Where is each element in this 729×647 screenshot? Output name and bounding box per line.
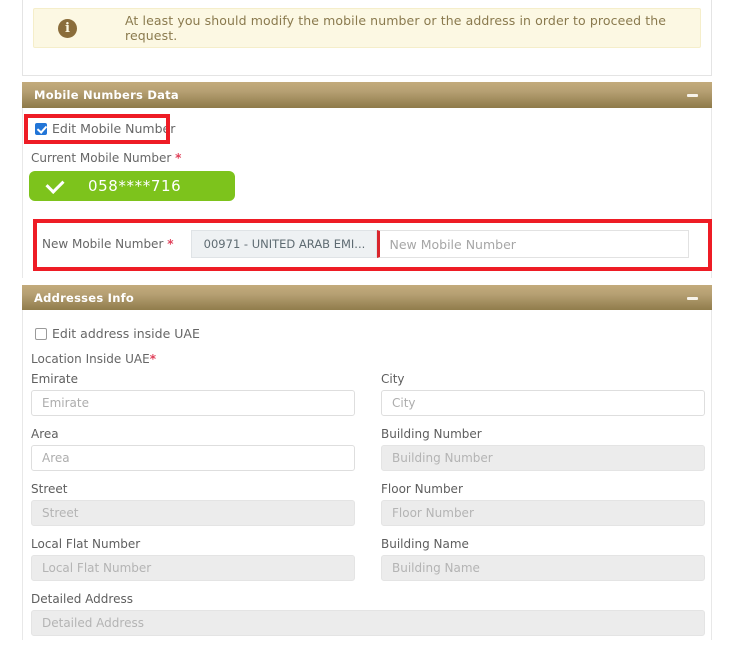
highlight-new-mobile-row bbox=[33, 219, 712, 271]
current-mobile-number-label: Current Mobile Number * bbox=[31, 151, 182, 165]
form-row: Area Area Building Number Building Numbe… bbox=[31, 427, 705, 471]
input-local-flat-number: Local Flat Number bbox=[31, 555, 355, 581]
input-street: Street bbox=[31, 500, 355, 526]
mobile-numbers-panel-title: Mobile Numbers Data bbox=[34, 88, 179, 102]
required-asterisk: * bbox=[149, 352, 156, 366]
field-label-street: Street bbox=[31, 482, 68, 496]
field-street: Street Street bbox=[31, 482, 355, 526]
addresses-info-panel-body: Edit address inside UAE Location Inside … bbox=[22, 310, 712, 640]
field-area: Area Area bbox=[31, 427, 355, 471]
field-detailed-address: Detailed Address Detailed Address bbox=[31, 592, 705, 636]
required-asterisk: * bbox=[175, 151, 182, 165]
edit-address-inside-uae-checkbox[interactable] bbox=[35, 327, 47, 340]
form-row: Street Street Floor Number Floor Number bbox=[31, 482, 705, 526]
field-city: City City bbox=[381, 372, 705, 416]
field-label-detailed-address: Detailed Address bbox=[31, 592, 133, 606]
current-mobile-number-value: 058****716 bbox=[88, 177, 182, 195]
input-floor-number: Floor Number bbox=[381, 500, 705, 526]
field-emirate: Emirate Emirate bbox=[31, 372, 355, 416]
minus-icon[interactable] bbox=[687, 296, 698, 300]
input-building-number: Building Number bbox=[381, 445, 705, 471]
minus-icon[interactable] bbox=[687, 93, 698, 97]
edit-address-inside-uae-label: Edit address inside UAE bbox=[52, 326, 200, 341]
input-detailed-address: Detailed Address bbox=[31, 610, 705, 636]
mobile-numbers-panel-header[interactable]: Mobile Numbers Data bbox=[22, 82, 712, 108]
alert-card: i At least you should modify the mobile … bbox=[22, 0, 712, 76]
field-label-building-name: Building Name bbox=[381, 537, 469, 551]
field-label-city: City bbox=[381, 372, 405, 386]
info-circle-icon: i bbox=[58, 18, 77, 38]
field-local-flat-number: Local Flat Number Local Flat Number bbox=[31, 537, 355, 581]
field-label-local-flat-number: Local Flat Number bbox=[31, 537, 141, 551]
input-emirate[interactable]: Emirate bbox=[31, 390, 355, 416]
addresses-info-panel-header[interactable]: Addresses Info bbox=[22, 285, 712, 311]
input-city[interactable]: City bbox=[381, 390, 705, 416]
page-frame: i At least you should modify the mobile … bbox=[0, 0, 729, 640]
form-row: Detailed Address Detailed Address bbox=[31, 592, 705, 636]
field-label-floor-number: Floor Number bbox=[381, 482, 463, 496]
field-building-name: Building Name Building Name bbox=[381, 537, 705, 581]
location-inside-uae-label: Location Inside UAE* bbox=[31, 352, 156, 366]
form-row: Local Flat Number Local Flat Number Buil… bbox=[31, 537, 705, 581]
field-label-area: Area bbox=[31, 427, 59, 441]
field-label-building-number: Building Number bbox=[381, 427, 482, 441]
info-alert: i At least you should modify the mobile … bbox=[33, 8, 701, 48]
address-form-grid: Emirate Emirate City City Area Area Buil… bbox=[31, 372, 705, 647]
field-floor-number: Floor Number Floor Number bbox=[381, 482, 705, 526]
alert-message: At least you should modify the mobile nu… bbox=[125, 13, 667, 43]
current-mobile-number-badge: 058****716 bbox=[29, 171, 235, 201]
addresses-info-panel-title: Addresses Info bbox=[34, 291, 135, 305]
input-building-name: Building Name bbox=[381, 555, 705, 581]
highlight-edit-mobile-checkbox bbox=[24, 114, 170, 144]
edit-address-checkbox-row[interactable]: Edit address inside UAE bbox=[35, 326, 200, 341]
input-area[interactable]: Area bbox=[31, 445, 355, 471]
field-label-emirate: Emirate bbox=[31, 372, 78, 386]
field-building-number: Building Number Building Number bbox=[381, 427, 705, 471]
form-row: Emirate Emirate City City bbox=[31, 372, 705, 416]
check-icon bbox=[45, 174, 65, 194]
